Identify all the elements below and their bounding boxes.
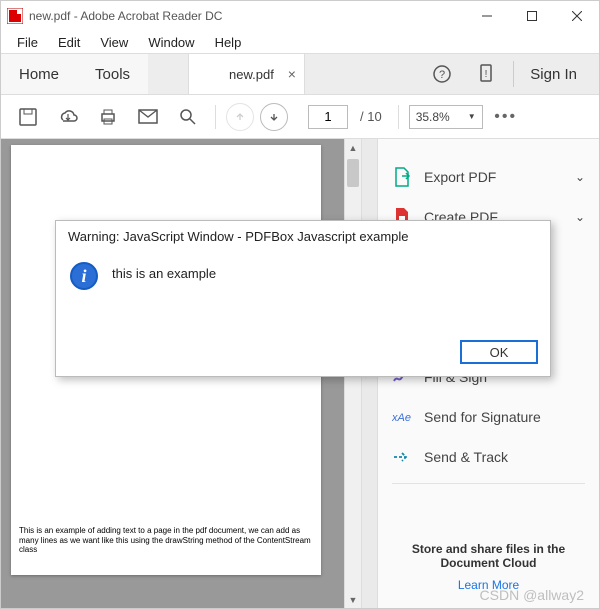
page-count-label: / 10 bbox=[360, 109, 382, 124]
javascript-warning-dialog: Warning: JavaScript Window - PDFBox Java… bbox=[55, 220, 551, 377]
signin-button[interactable]: Sign In bbox=[524, 66, 583, 83]
dialog-message: this is an example bbox=[112, 262, 216, 322]
scroll-down-icon[interactable]: ▼ bbox=[345, 591, 361, 608]
menu-help[interactable]: Help bbox=[207, 33, 250, 52]
help-icon[interactable]: ? bbox=[425, 58, 459, 90]
print-icon[interactable] bbox=[91, 100, 125, 134]
svg-text:!: ! bbox=[485, 69, 488, 80]
scroll-up-icon[interactable]: ▲ bbox=[345, 139, 361, 156]
chevron-down-icon: ▼ bbox=[468, 112, 476, 121]
window-title: new.pdf - Adobe Acrobat Reader DC bbox=[29, 9, 222, 23]
zoom-value: 35.8% bbox=[416, 110, 450, 124]
tool-label: Export PDF bbox=[424, 169, 496, 185]
menu-window[interactable]: Window bbox=[140, 33, 202, 52]
menu-edit[interactable]: Edit bbox=[50, 33, 88, 52]
main-toolbar: / 10 35.8% ▼ ••• bbox=[1, 95, 599, 139]
save-icon[interactable] bbox=[11, 100, 45, 134]
tab-bar: Home Tools new.pdf × ? ! Sign In bbox=[1, 53, 599, 95]
page-sample-text: This is an example of adding text to a p… bbox=[19, 526, 313, 555]
cloud-icon[interactable] bbox=[51, 100, 85, 134]
tool-label: Send for Signature bbox=[424, 409, 541, 425]
svg-text:xAe: xAe bbox=[392, 412, 411, 424]
send-track-icon bbox=[392, 447, 412, 467]
page-number-input[interactable] bbox=[308, 105, 348, 129]
minimize-button[interactable] bbox=[464, 1, 509, 31]
send-signature-icon: xAe bbox=[392, 407, 412, 427]
close-button[interactable] bbox=[554, 1, 599, 31]
app-icon bbox=[7, 8, 23, 24]
tab-document-label: new.pdf bbox=[229, 67, 274, 82]
page-up-button[interactable] bbox=[226, 103, 254, 131]
chevron-down-icon: ⌄ bbox=[575, 210, 585, 224]
page-down-button[interactable] bbox=[260, 103, 288, 131]
tool-send-track[interactable]: Send & Track bbox=[378, 437, 599, 477]
watermark: CSDN @allway2 bbox=[480, 587, 584, 603]
tool-label: Send & Track bbox=[424, 449, 508, 465]
search-icon[interactable] bbox=[171, 100, 205, 134]
info-icon: i bbox=[70, 262, 98, 290]
scroll-thumb[interactable] bbox=[347, 159, 359, 187]
more-icon[interactable]: ••• bbox=[489, 100, 523, 134]
email-icon[interactable] bbox=[131, 100, 165, 134]
zoom-dropdown[interactable]: 35.8% ▼ bbox=[409, 105, 483, 129]
svg-text:?: ? bbox=[439, 69, 445, 81]
tab-tools[interactable]: Tools bbox=[77, 54, 148, 94]
divider bbox=[392, 483, 585, 484]
ok-button[interactable]: OK bbox=[460, 340, 538, 364]
tab-document[interactable]: new.pdf × bbox=[188, 54, 305, 94]
chevron-down-icon: ⌄ bbox=[575, 170, 585, 184]
menu-bar: File Edit View Window Help bbox=[1, 31, 599, 53]
tool-send-signature[interactable]: xAe Send for Signature bbox=[378, 397, 599, 437]
tab-close-icon[interactable]: × bbox=[288, 66, 296, 82]
notification-icon[interactable]: ! bbox=[469, 58, 503, 90]
menu-file[interactable]: File bbox=[9, 33, 46, 52]
promo-text: Store and share files in the Document Cl… bbox=[412, 542, 565, 570]
tool-export-pdf[interactable]: Export PDF ⌄ bbox=[378, 157, 599, 197]
title-bar: new.pdf - Adobe Acrobat Reader DC bbox=[1, 1, 599, 31]
dialog-title: Warning: JavaScript Window - PDFBox Java… bbox=[56, 221, 550, 252]
export-pdf-icon bbox=[392, 167, 412, 187]
menu-view[interactable]: View bbox=[92, 33, 136, 52]
maximize-button[interactable] bbox=[509, 1, 554, 31]
tab-home[interactable]: Home bbox=[1, 54, 77, 94]
